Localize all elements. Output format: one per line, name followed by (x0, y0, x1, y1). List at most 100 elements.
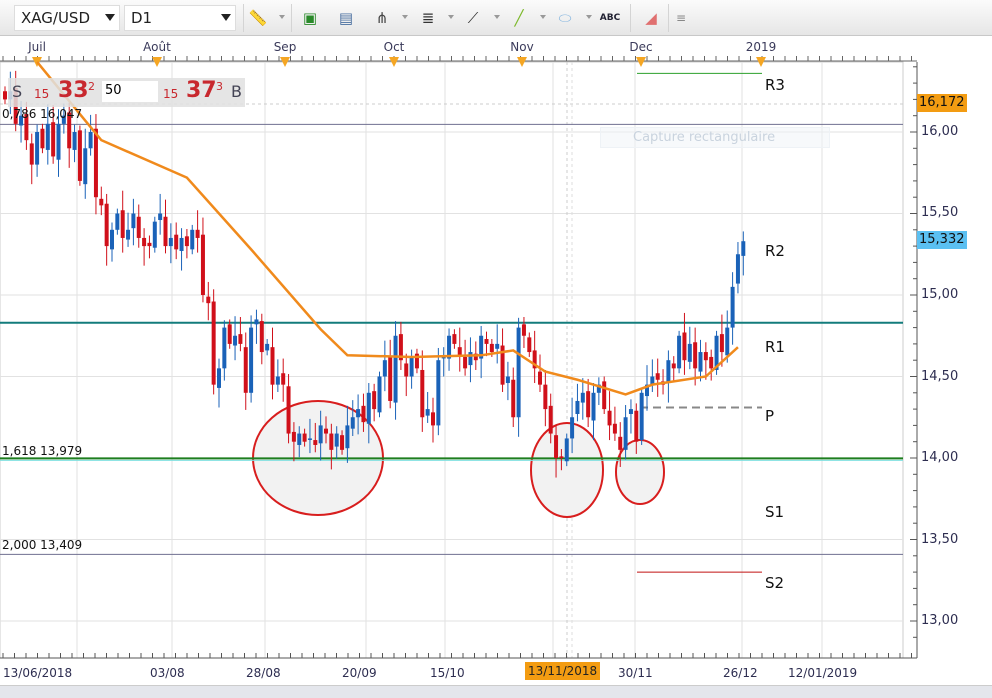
x-tick: 20/09 (342, 666, 377, 680)
candle-down (372, 391, 377, 410)
candle-down (703, 352, 708, 361)
sell-price-prefix: 15 (34, 87, 50, 101)
candle-up (275, 376, 280, 385)
candle-up (152, 221, 157, 248)
candle-down (329, 433, 334, 450)
candle-up (393, 335, 398, 403)
y-tick: 14,50 (921, 369, 959, 384)
candle-down (463, 356, 468, 369)
pivot-s1-label: S1 (765, 503, 785, 521)
candle-down (340, 435, 345, 450)
candle-up (126, 229, 131, 240)
buy-price-sup: 3 (216, 80, 223, 93)
candle-down (655, 373, 660, 380)
candle-up (254, 319, 259, 325)
capture-hint: Capture rectangulaire (600, 127, 830, 148)
candle-up (468, 352, 473, 366)
candle-down (554, 435, 559, 458)
candle-up (591, 392, 596, 421)
candle-down (302, 433, 307, 442)
candle-up (564, 438, 569, 462)
x-tick: 15/10 (430, 666, 465, 680)
candle-up (580, 392, 585, 403)
candle-down (612, 423, 617, 434)
candle-up (356, 409, 361, 418)
candle-up (495, 343, 500, 349)
candle-down (200, 234, 205, 295)
candle-down (719, 334, 724, 353)
sell-button[interactable]: S (12, 82, 22, 101)
pivot-r2-label: R2 (765, 242, 785, 260)
candle-up (115, 213, 120, 230)
candle-down (324, 428, 328, 434)
candle-down (559, 456, 564, 458)
candle-down (511, 379, 516, 418)
candle-down (693, 342, 698, 369)
candle-up (409, 356, 414, 377)
quote-panel: S 15 33 2 50 15 37 3 B (8, 78, 245, 107)
candle-down (142, 237, 147, 247)
candle-down (286, 386, 291, 434)
buy-button[interactable]: B (231, 82, 242, 101)
candle-up (35, 132, 40, 165)
candle-up (505, 376, 510, 384)
candle-down (291, 431, 296, 442)
candle-up (677, 335, 682, 369)
candle-down (51, 122, 56, 157)
candle-down (206, 296, 211, 304)
candle-up (233, 335, 238, 346)
status-strip (0, 685, 992, 698)
candle-up (83, 148, 88, 185)
candle-down (420, 369, 425, 418)
support-zone-circle (615, 439, 665, 505)
x-tick: 12/01/2019 (788, 666, 858, 680)
candle-up (735, 254, 740, 284)
candle-down (174, 234, 179, 250)
lot-size-input[interactable]: 50 (102, 81, 158, 102)
candle-down (93, 128, 98, 198)
y-tick: 14,00 (921, 450, 959, 465)
candle-down (211, 301, 216, 385)
candle-down (361, 405, 366, 423)
candle-up (179, 237, 184, 251)
x-tick: 28/08 (246, 666, 281, 680)
candle-down (238, 334, 243, 344)
x-tick: 26/12 (723, 666, 758, 680)
candle-up (382, 360, 387, 377)
candle-up (687, 343, 692, 362)
candle-down (77, 130, 82, 181)
high-price-badge: 16,172 (917, 94, 967, 112)
candle-up (730, 286, 735, 328)
candle-up (72, 132, 77, 150)
y-tick: 16,00 (921, 124, 959, 139)
candle-down (543, 384, 548, 410)
candle-up (350, 417, 355, 429)
pivot-r3-label: R3 (765, 76, 785, 94)
candle-up (639, 392, 644, 441)
candle-down (602, 381, 607, 410)
candle-down (709, 356, 714, 369)
candle-up (158, 213, 163, 221)
candle-down (227, 324, 232, 344)
candle-up (623, 417, 628, 450)
candle-up (575, 400, 580, 414)
candle-up (265, 343, 270, 351)
candle-down (388, 356, 393, 401)
candle-down (136, 216, 141, 238)
candle-up (307, 438, 312, 440)
candle-down (521, 324, 526, 336)
candle-down (404, 363, 409, 377)
fib-label-1618: 1,618 13,979 (2, 444, 83, 458)
candle-down (484, 339, 489, 344)
candle-down (195, 229, 200, 238)
candle-down (3, 91, 7, 100)
candle-up (698, 352, 703, 372)
candle-down (634, 410, 639, 442)
fib-label-2000: 2,000 13,409 (2, 538, 83, 552)
candle-down (270, 347, 275, 385)
candle-down (671, 363, 676, 369)
candle-down (243, 347, 248, 393)
candle-down (489, 343, 494, 353)
candle-up (425, 409, 430, 416)
candle-up (516, 327, 521, 418)
